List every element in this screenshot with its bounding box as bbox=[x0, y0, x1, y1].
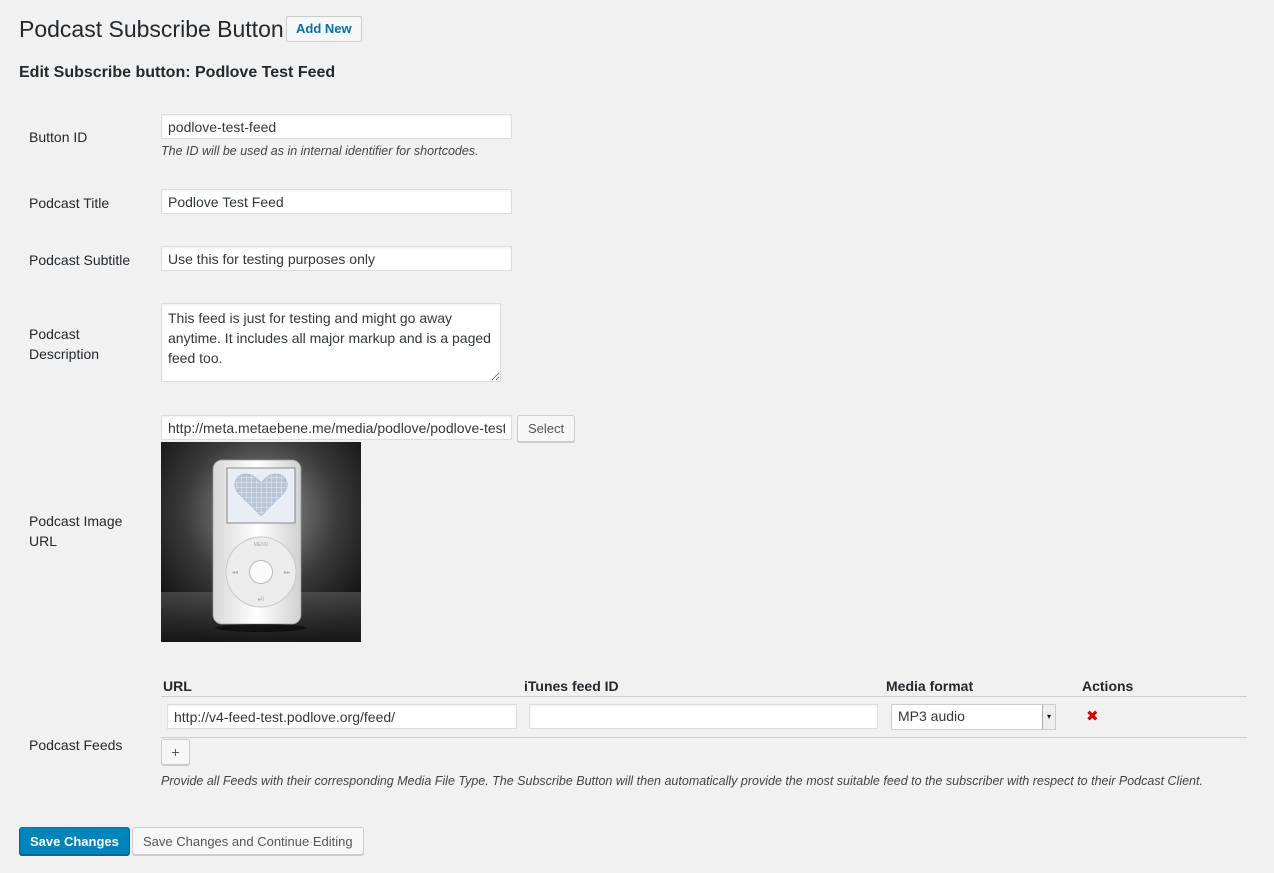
itunes-feed-id-input[interactable] bbox=[529, 704, 878, 729]
save-continue-button[interactable]: Save Changes and Continue Editing bbox=[132, 827, 364, 855]
column-url: URL bbox=[163, 678, 192, 694]
ipod-heart-image: MENU ◂◂ ▸▸ ▸ll bbox=[161, 442, 361, 642]
save-changes-button[interactable]: Save Changes bbox=[19, 827, 130, 855]
podcast-description-label-line2: Description bbox=[29, 346, 100, 362]
column-actions: Actions bbox=[1082, 678, 1134, 694]
podcast-description-textarea[interactable]: This feed is just for testing and might … bbox=[161, 303, 501, 382]
page-title: Podcast Subscribe Button bbox=[19, 16, 284, 42]
remove-x-icon[interactable]: ✖ bbox=[1086, 707, 1099, 725]
podcast-image-label-line2: URL bbox=[29, 533, 58, 549]
table-header-divider bbox=[161, 696, 1247, 697]
edit-heading: Edit Subscribe button: Podlove Test Feed bbox=[19, 64, 336, 81]
add-feed-button[interactable]: + bbox=[161, 739, 190, 765]
column-media-format: Media format bbox=[886, 678, 974, 694]
podcast-description-label: Podcast Description bbox=[29, 324, 99, 364]
media-format-value: MP3 audio bbox=[898, 708, 965, 724]
svg-text:MENU: MENU bbox=[254, 542, 269, 548]
podcast-title-label: Podcast Title bbox=[29, 195, 110, 211]
column-itunes-feed-id: iTunes feed ID bbox=[524, 678, 619, 694]
button-id-input[interactable] bbox=[161, 114, 512, 139]
podcast-description-label-line1: Podcast bbox=[29, 326, 80, 342]
dropdown-arrow-icon: ▾ bbox=[1042, 705, 1055, 729]
select-image-button[interactable]: Select bbox=[517, 415, 576, 442]
podcast-subtitle-label: Podcast Subtitle bbox=[29, 252, 131, 268]
button-id-description: The ID will be used as in internal ident… bbox=[161, 144, 479, 158]
podcast-image-url-input[interactable] bbox=[161, 415, 512, 440]
svg-text:▸ll: ▸ll bbox=[258, 597, 264, 603]
podcast-image-label-line1: Podcast Image bbox=[29, 513, 123, 529]
table-footer-divider bbox=[161, 737, 1247, 738]
add-new-button[interactable]: Add New bbox=[286, 16, 362, 42]
svg-text:◂◂: ◂◂ bbox=[232, 570, 238, 576]
podcast-image-url-label: Podcast Image URL bbox=[29, 511, 122, 551]
feed-url-input[interactable] bbox=[167, 704, 517, 729]
svg-text:▸▸: ▸▸ bbox=[284, 570, 290, 576]
podcast-image-preview: MENU ◂◂ ▸▸ ▸ll bbox=[161, 442, 361, 642]
podcast-subtitle-input[interactable] bbox=[161, 246, 512, 271]
feeds-help-text: Provide all Feeds with their correspondi… bbox=[161, 774, 1203, 788]
podcast-title-input[interactable] bbox=[161, 189, 512, 214]
media-format-select[interactable]: MP3 audio ▾ bbox=[891, 704, 1056, 730]
button-id-label: Button ID bbox=[29, 129, 88, 145]
podcast-feeds-label: Podcast Feeds bbox=[29, 737, 123, 753]
